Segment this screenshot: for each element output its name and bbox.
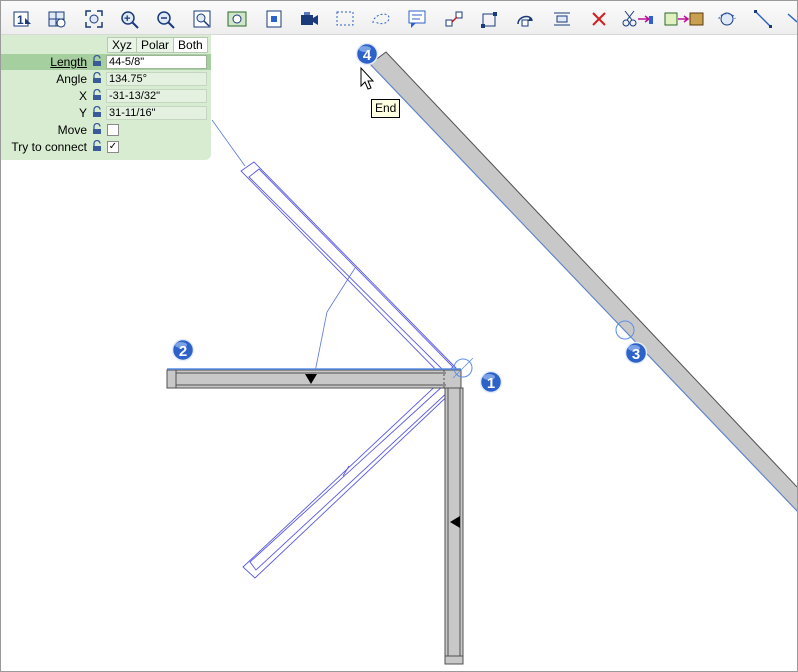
zoom-preview-icon[interactable] (226, 8, 248, 30)
move-checkbox[interactable] (107, 124, 119, 136)
marker-3[interactable]: 3 (624, 341, 648, 365)
more-icon[interactable] (785, 8, 797, 30)
length-row: Length 44-5/8" (1, 54, 211, 70)
marker-3-label: 3 (632, 346, 640, 363)
move-row: Move (1, 122, 211, 138)
select-rectangle-icon[interactable] (334, 8, 356, 30)
rotate-view-icon[interactable] (716, 8, 738, 30)
text-comment-icon[interactable] (406, 8, 428, 30)
y-row: Y 31-11/16" (1, 105, 211, 121)
move-label: Move (57, 123, 87, 137)
zoom-extents-icon[interactable] (83, 8, 105, 30)
rotate-icon[interactable] (514, 8, 536, 30)
marker-2-label: 2 (179, 343, 187, 360)
try-to-connect-checkbox[interactable]: ✓ (107, 141, 119, 153)
try-to-connect-row: Try to connect ✓ (1, 139, 211, 155)
align-icon[interactable] (551, 8, 573, 30)
wall-horizontal[interactable] (166, 368, 462, 389)
door-panel-upper[interactable] (240, 161, 457, 379)
connect-nodes-icon[interactable] (443, 8, 465, 30)
delete-icon[interactable] (588, 8, 610, 30)
guide-line-door (326, 267, 356, 313)
marker-2[interactable]: 2 (171, 338, 195, 362)
marker-1[interactable]: 1 (479, 370, 503, 394)
snap-tooltip: End (371, 99, 401, 118)
tab-polar[interactable]: Polar (136, 37, 175, 53)
line-draw-icon[interactable] (752, 8, 774, 30)
guide-line-door-2 (314, 311, 328, 373)
zoom-out-icon[interactable] (154, 8, 176, 30)
coordinate-mode-tabs: Xyz Polar Both (107, 37, 208, 53)
door-panel-lower[interactable] (242, 377, 457, 579)
toolbar: 1 + (1, 1, 797, 35)
layer-1-label: 1 (17, 13, 24, 27)
mouse-cursor-icon (360, 66, 375, 90)
x-row: X -31-13/32" (1, 88, 211, 104)
cut-icon[interactable] (621, 8, 655, 30)
select-lasso-icon[interactable] (370, 8, 392, 30)
wall-vertical[interactable] (444, 387, 464, 665)
move-component-icon[interactable] (663, 8, 707, 30)
x-label: X (78, 89, 87, 103)
angle-lock-icon[interactable] (91, 71, 103, 84)
tab-both[interactable]: Both (173, 37, 208, 53)
tab-xyz[interactable]: Xyz (107, 37, 138, 53)
view-frame-icon[interactable] (263, 8, 285, 30)
layer-1-icon[interactable]: 1 (11, 8, 33, 30)
y-lock-icon[interactable] (91, 105, 103, 118)
marker-1-label: 1 (487, 375, 495, 392)
length-field[interactable]: 44-5/8" (106, 55, 207, 69)
marker-4-label: 4 (363, 47, 372, 64)
length-lock-icon[interactable] (91, 54, 103, 67)
try-to-connect-lock-icon[interactable] (91, 139, 103, 152)
y-label: Y (78, 106, 87, 120)
zoom-in-glyph: + (124, 13, 130, 25)
angle-row: Angle 134.75° (1, 71, 211, 87)
guide-line-upper (211, 119, 246, 167)
marker-4[interactable]: 4 (355, 42, 379, 66)
zoom-selection-icon[interactable] (191, 8, 213, 30)
length-label: Length (50, 55, 87, 69)
x-lock-icon[interactable] (91, 88, 103, 101)
x-field[interactable]: -31-13/32" (106, 89, 207, 103)
coordinate-input-panel: Xyz Polar Both Length 44-5/8" Angle 134.… (1, 35, 211, 160)
angle-field[interactable]: 134.75° (106, 72, 207, 86)
camera-view-icon[interactable] (298, 8, 320, 30)
y-field[interactable]: 31-11/16" (106, 106, 207, 120)
angle-label: Angle (56, 72, 87, 86)
move-lock-icon[interactable] (91, 122, 103, 135)
zoom-in-icon[interactable]: + (118, 8, 140, 30)
zoom-window-icon[interactable] (46, 8, 68, 30)
try-to-connect-label: Try to connect (11, 140, 87, 154)
wall-diagonal-preview[interactable] (369, 51, 797, 512)
transform-nodes-icon[interactable] (479, 8, 501, 30)
